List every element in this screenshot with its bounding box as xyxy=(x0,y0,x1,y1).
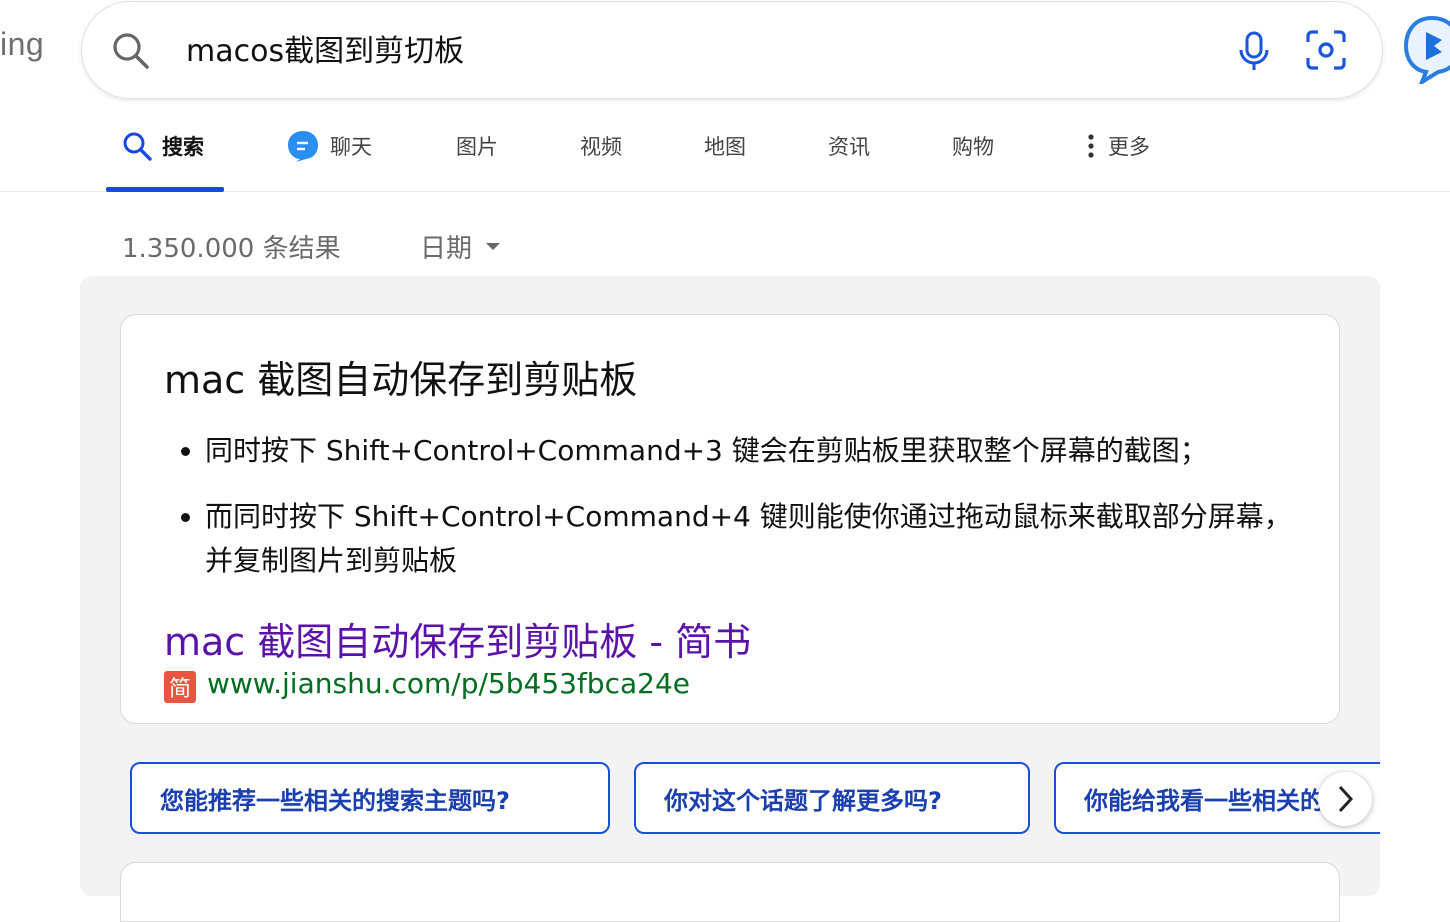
tab-label: 资讯 xyxy=(828,135,870,159)
tab-label: 购物 xyxy=(952,135,994,159)
suggestion-chip[interactable]: 你对这个话题了解更多吗? xyxy=(634,762,1030,834)
tab-label: 地图 xyxy=(704,135,746,159)
answer-bullets: 同时按下 Shift+Control+Command+3 键会在剪贴板里获取整个… xyxy=(205,429,1315,605)
chat-bubble-icon xyxy=(288,131,318,162)
search-input[interactable] xyxy=(186,30,1186,65)
tab-search[interactable]: 搜索 xyxy=(106,100,224,192)
tab-label: 搜索 xyxy=(162,135,204,159)
tab-label: 聊天 xyxy=(330,135,372,159)
microphone-icon[interactable] xyxy=(1234,30,1274,72)
suggestion-chip[interactable]: 您能推荐一些相关的搜索主题吗? xyxy=(130,762,610,834)
tab-videos[interactable]: 视频 xyxy=(580,100,622,192)
tab-chat[interactable]: 聊天 xyxy=(286,100,372,192)
answer-bullet: 而同时按下 Shift+Control+Command+4 键则能使你通过拖动鼠… xyxy=(205,495,1315,583)
tab-more[interactable]: 更多 xyxy=(1084,100,1150,192)
search-tabs: 搜索 聊天 图片 视频 地图 资讯 购物 更多 xyxy=(0,100,1450,192)
tab-shopping[interactable]: 购物 xyxy=(952,100,994,192)
search-icon[interactable] xyxy=(110,30,150,70)
search-icon xyxy=(123,132,152,161)
jianshu-favicon: 简 xyxy=(164,671,196,703)
visual-search-icon[interactable] xyxy=(1304,28,1348,72)
bing-logo-fragment[interactable]: ing xyxy=(0,26,44,63)
active-tab-underline xyxy=(106,187,224,192)
answer-title: mac 截图自动保存到剪贴板 xyxy=(164,358,638,402)
tab-label: 视频 xyxy=(580,135,622,159)
copilot-icon[interactable] xyxy=(1402,14,1450,84)
search-box[interactable] xyxy=(82,2,1382,98)
answer-section: mac 截图自动保存到剪贴板 同时按下 Shift+Control+Comman… xyxy=(80,276,1380,922)
tab-maps[interactable]: 地图 xyxy=(704,100,746,192)
tab-images[interactable]: 图片 xyxy=(456,100,498,192)
source-link-title[interactable]: mac 截图自动保存到剪贴板 - 简书 xyxy=(164,611,751,666)
tab-news[interactable]: 资讯 xyxy=(828,100,870,192)
result-count: 1.350.000 条结果 xyxy=(122,234,341,264)
answer-bullet: 同时按下 Shift+Control+Command+3 键会在剪贴板里获取整个… xyxy=(205,429,1315,473)
more-vertical-icon xyxy=(1088,134,1094,158)
chevron-right-icon[interactable] xyxy=(1318,772,1372,826)
next-result-card xyxy=(120,862,1340,922)
date-filter-dropdown[interactable]: 日期 xyxy=(420,228,501,265)
source-url[interactable]: www.jianshu.com/p/5b453fbca24e xyxy=(207,667,690,700)
date-filter-label: 日期 xyxy=(420,234,473,264)
tab-label: 图片 xyxy=(456,135,498,159)
answer-card: mac 截图自动保存到剪贴板 同时按下 Shift+Control+Comman… xyxy=(120,314,1340,724)
tab-label: 更多 xyxy=(1108,135,1150,159)
caret-down-icon xyxy=(486,243,501,250)
